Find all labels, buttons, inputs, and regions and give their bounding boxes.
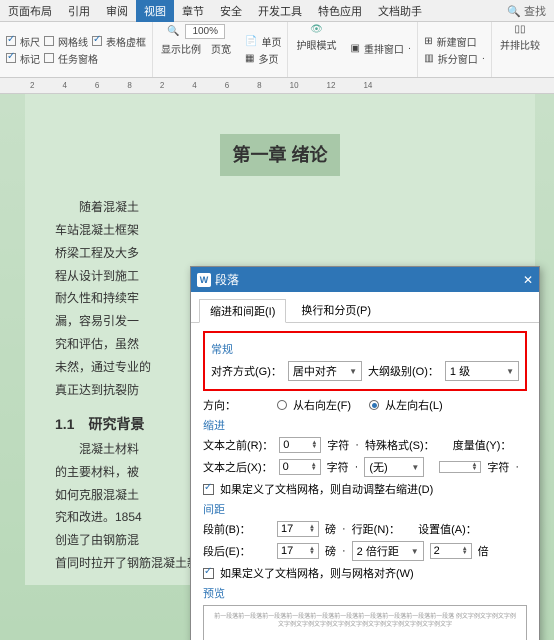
label-markup: 标记 <box>20 51 40 66</box>
after-text-input[interactable]: 0▲▼ <box>279 459 321 475</box>
para-after-label: 段后(E)： <box>203 543 271 559</box>
single-label: 单页 <box>261 34 281 49</box>
zoom-group[interactable]: 🔍 100% 显示比例页宽 <box>153 22 239 77</box>
tab-pagination[interactable]: 换行和分页(P) <box>290 298 382 322</box>
pagewidth-label[interactable]: 页宽 <box>211 41 231 56</box>
tab-indent-spacing[interactable]: 缩进和间距(I) <box>199 299 286 323</box>
tab-review[interactable]: 审阅 <box>98 0 136 22</box>
compare-icon: ▯▯ <box>515 24 526 35</box>
split-label: 拆分窗口 <box>438 51 478 66</box>
tab-security[interactable]: 安全 <box>212 0 250 22</box>
special-combo[interactable]: (无)▼ <box>364 457 424 477</box>
indent-label: 缩进 <box>203 417 527 433</box>
tab-dev[interactable]: 开发工具 <box>250 0 310 22</box>
special-label: 特殊格式(S)： <box>365 437 435 453</box>
after-text-label: 文本之后(X)： <box>203 459 273 475</box>
label-ruler: 标尺 <box>20 34 40 49</box>
direction-label: 方向： <box>203 397 271 413</box>
chars-unit: 字符 <box>327 437 349 453</box>
auto-adjust-label: 如果定义了文档网格，则自动调整右缩进(D) <box>220 481 433 497</box>
outline-label: 大纲级别(O)： <box>368 363 439 379</box>
linespacing-combo[interactable]: 2 倍行距▼ <box>352 541 424 561</box>
check-taskpane[interactable] <box>44 53 54 63</box>
highlighted-section: 常规 对齐方式(G)： 居中对齐▼ 大纲级别(O)： 1 级▼ <box>203 331 527 391</box>
compare-label: 并排比较 <box>500 37 540 52</box>
bei-unit: 倍 <box>478 543 489 559</box>
chevron-down-icon: ▼ <box>349 367 357 376</box>
multi-page-icon[interactable]: ▦ <box>245 53 254 64</box>
search-label: 查找 <box>524 6 546 18</box>
spacing-label: 间距 <box>203 501 527 517</box>
tab-view[interactable]: 视图 <box>136 0 174 22</box>
auto-adjust-check[interactable] <box>203 484 214 495</box>
label-tableborder: 表格虚框 <box>106 34 146 49</box>
check-markup[interactable] <box>6 53 16 63</box>
check-gridlines[interactable] <box>44 36 54 46</box>
chars-unit: 字符 <box>487 459 509 475</box>
metric-label: 度量值(Y)： <box>453 437 512 453</box>
chevron-down-icon: ▼ <box>506 367 514 376</box>
chars-unit: 字符 <box>327 459 349 475</box>
zoom-value[interactable]: 100% <box>185 24 225 39</box>
zoom-label: 显示比例 <box>161 41 201 56</box>
ltr-label: 从左向右(L) <box>385 397 442 413</box>
horizontal-ruler[interactable]: 2468 2468 101214 <box>0 78 554 94</box>
para-after-input[interactable]: 17▲▼ <box>277 543 319 559</box>
zoom-icon: 🔍 <box>167 26 179 37</box>
label-gridlines: 网格线 <box>58 34 88 49</box>
doc-para[interactable]: 桥梁工程及大多 <box>55 242 505 265</box>
tab-layout[interactable]: 页面布局 <box>0 0 60 22</box>
radio-rtl[interactable] <box>277 400 287 410</box>
split-icon[interactable]: ▥ <box>424 53 433 64</box>
setvalue-input[interactable]: 2▲▼ <box>430 543 472 559</box>
general-label: 常规 <box>211 341 519 357</box>
pt-unit: 磅 <box>325 521 336 537</box>
chapter-title[interactable]: 第一章 绪论 <box>220 134 339 176</box>
preview-area: 前一段落前一段落前一段落前一段落前一段落前一段落前一段落前一段落前一段落前一段落… <box>203 605 527 640</box>
tab-dochelper[interactable]: 文档助手 <box>370 0 430 22</box>
radio-ltr[interactable] <box>369 400 379 410</box>
before-text-input[interactable]: 0▲▼ <box>279 437 321 453</box>
paragraph-dialog: W 段落 ✕ 缩进和间距(I) 换行和分页(P) 常规 对齐方式(G)： 居中对… <box>190 266 540 640</box>
doc-para[interactable]: 随着混凝土 <box>55 196 505 219</box>
linespacing-label: 行距(N)： <box>352 521 400 537</box>
newwin-label: 新建窗口 <box>437 34 477 49</box>
snap-grid-label: 如果定义了文档网格，则与网格对齐(W) <box>220 565 414 581</box>
rtl-label: 从右向左(F) <box>293 397 351 413</box>
tab-chapters[interactable]: 章节 <box>174 0 212 22</box>
search-box[interactable]: 🔍 查找 <box>499 3 554 19</box>
align-label: 对齐方式(G)： <box>211 363 282 379</box>
doc-para[interactable]: 车站混凝土框架 <box>55 219 505 242</box>
tab-references[interactable]: 引用 <box>60 0 98 22</box>
para-before-input[interactable]: 17▲▼ <box>277 521 319 537</box>
metric-input[interactable]: ▲▼ <box>439 461 481 473</box>
single-page-icon[interactable]: 📄 <box>245 36 257 47</box>
check-ruler[interactable] <box>6 36 16 46</box>
pt-unit: 磅 <box>325 543 336 559</box>
snap-grid-check[interactable] <box>203 568 214 579</box>
label-taskpane: 任务窗格 <box>58 51 98 66</box>
rearrange-icon[interactable]: ▣ <box>350 43 359 54</box>
para-before-label: 段前(B)： <box>203 521 271 537</box>
compare-button[interactable]: ▯▯ 并排比较 <box>492 22 548 77</box>
multi-label: 多页 <box>258 51 278 66</box>
align-combo[interactable]: 居中对齐▼ <box>288 361 362 381</box>
tab-features[interactable]: 特色应用 <box>310 0 370 22</box>
rearrange-label: 重排窗口 <box>364 41 404 56</box>
eyecare-button[interactable]: 👁 护眼模式 <box>288 22 344 77</box>
newwin-icon[interactable]: ⊞ <box>424 36 432 47</box>
preview-label: 预览 <box>203 585 527 601</box>
eyecare-icon: 👁 <box>310 24 323 35</box>
eyecare-label: 护眼模式 <box>296 37 336 52</box>
dialog-title: 段落 <box>215 271 239 288</box>
before-text-label: 文本之前(R)： <box>203 437 273 453</box>
outline-combo[interactable]: 1 级▼ <box>445 361 519 381</box>
close-icon[interactable]: ✕ <box>523 273 533 287</box>
wps-icon: W <box>197 273 211 287</box>
setvalue-label: 设置值(A)： <box>418 521 477 537</box>
check-tableborder[interactable] <box>92 36 102 46</box>
